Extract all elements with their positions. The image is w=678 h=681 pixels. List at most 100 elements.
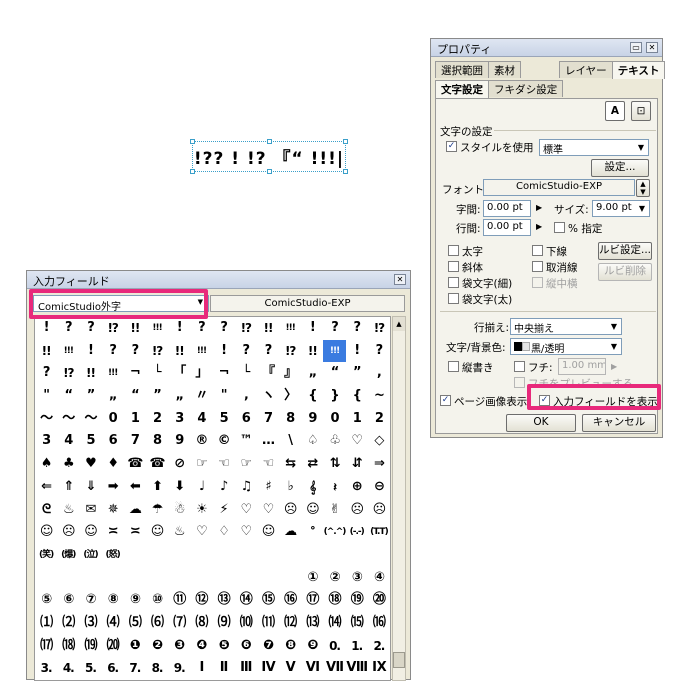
char-cell[interactable] xyxy=(57,567,79,590)
char-cell[interactable]: ❹ xyxy=(190,635,212,658)
char-cell[interactable]: ♡ xyxy=(346,430,368,453)
char-cell[interactable]: 𝄞 xyxy=(301,476,323,499)
char-cell[interactable]: ⑭ xyxy=(235,589,257,612)
char-cell[interactable]: ♡ xyxy=(190,521,212,544)
vertical-middle-checkbox[interactable] xyxy=(532,277,543,288)
char-cell[interactable]: 『 xyxy=(257,362,279,385)
char-cell[interactable]: ♤ xyxy=(301,430,323,453)
arrow-right-icon[interactable]: ▶ xyxy=(536,222,542,231)
char-cell[interactable]: ☺ xyxy=(79,521,101,544)
char-cell[interactable]: ? xyxy=(57,317,79,340)
char-cell[interactable]: 1. xyxy=(346,635,368,658)
char-cell[interactable]: 9 xyxy=(301,408,323,431)
char-cell[interactable] xyxy=(102,567,124,590)
char-cell[interactable]: ⑿ xyxy=(279,612,301,635)
char-cell[interactable]: 3 xyxy=(168,408,190,431)
char-cell[interactable]: ⒇ xyxy=(102,635,124,658)
char-cell[interactable]: ⑪ xyxy=(168,589,190,612)
char-cell[interactable]: ⒄ xyxy=(35,635,57,658)
char-cell[interactable]: └ xyxy=(146,362,168,385)
char-cell[interactable]: (T.T) xyxy=(368,521,390,544)
char-cell[interactable]: ” xyxy=(79,385,101,408)
char-cell[interactable]: ❸ xyxy=(168,635,190,658)
char-cell[interactable]: ⑥ xyxy=(57,589,79,612)
char-cell[interactable] xyxy=(301,544,323,567)
char-cell[interactable]: ⊘ xyxy=(168,453,190,476)
char-cell[interactable]: ⊕ xyxy=(346,476,368,499)
size-select[interactable]: 9.00 pt ▼ xyxy=(592,200,650,217)
char-cell[interactable]: ¬ xyxy=(124,362,146,385)
char-cell[interactable]: ⑮ xyxy=(257,589,279,612)
char-cell[interactable]: ⑸ xyxy=(124,612,146,635)
ruby-delete-button[interactable]: ルビ削除 xyxy=(598,263,652,281)
char-cell[interactable]: 2. xyxy=(368,635,390,658)
ok-button[interactable]: OK xyxy=(506,414,576,432)
char-cell[interactable] xyxy=(124,567,146,590)
char-cell[interactable]: ? xyxy=(368,340,390,363)
char-cell[interactable]: ⑨ xyxy=(124,589,146,612)
char-cell[interactable]: ⇆ xyxy=(279,453,301,476)
char-cell[interactable]: ⒀ xyxy=(301,612,323,635)
char-cell[interactable]: 5. xyxy=(79,657,101,680)
char-cell[interactable]: !? xyxy=(102,317,124,340)
char-cell[interactable]: Ⅶ xyxy=(323,657,345,680)
char-cell[interactable]: ☹ xyxy=(368,499,390,522)
italic-checkbox[interactable] xyxy=(448,261,459,272)
char-cell[interactable]: ⑯ xyxy=(279,589,301,612)
char-cell[interactable]: ☹ xyxy=(279,499,301,522)
char-cell[interactable]: ? xyxy=(346,317,368,340)
char-cell[interactable]: ❾ xyxy=(301,635,323,658)
char-cell[interactable]: !? xyxy=(146,340,168,363)
char-cell[interactable]: ③ xyxy=(346,567,368,590)
char-cell[interactable]: ☀ xyxy=(190,499,212,522)
char-cell[interactable]: ⒆ xyxy=(79,635,101,658)
style-select[interactable]: 標準 ▼ xyxy=(539,139,649,156)
char-cell[interactable]: ⬅ xyxy=(124,476,146,499)
char-cell[interactable] xyxy=(124,544,146,567)
char-cell[interactable]: ④ xyxy=(368,567,390,590)
char-cell[interactable]: !!! xyxy=(279,317,301,340)
char-cell[interactable]: © xyxy=(213,430,235,453)
char-cell[interactable]: ⑦ xyxy=(79,589,101,612)
edge-checkbox[interactable] xyxy=(514,361,525,372)
char-cell[interactable]: ? xyxy=(124,340,146,363)
char-cell[interactable]: 3 xyxy=(35,430,57,453)
char-cell[interactable]: ⑰ xyxy=(301,589,323,612)
char-cell[interactable]: 1 xyxy=(124,408,146,431)
char-cell[interactable]: ⑶ xyxy=(79,612,101,635)
char-cell[interactable]: “ xyxy=(57,385,79,408)
char-cell[interactable]: Ⅳ xyxy=(257,657,279,680)
char-cell[interactable] xyxy=(35,567,57,590)
char-cell[interactable]: ⬆ xyxy=(146,476,168,499)
char-cell[interactable]: !!! xyxy=(323,339,346,363)
char-cell[interactable]: !!! xyxy=(102,362,124,385)
char-cell[interactable]: ? xyxy=(257,340,279,363)
char-cell[interactable]: ” xyxy=(346,362,368,385)
char-cell[interactable]: Ⅰ xyxy=(190,657,212,680)
ruby-settings-button[interactable]: ルビ設定... xyxy=(598,242,652,260)
char-cell[interactable]: ✉ xyxy=(79,499,101,522)
char-cell[interactable]: ♡ xyxy=(235,499,257,522)
char-cell[interactable]: (泣) xyxy=(79,544,101,567)
char-cell[interactable]: ⑫ xyxy=(190,589,212,612)
char-cell[interactable]: ⑵ xyxy=(57,612,79,635)
char-cell[interactable]: ☜ xyxy=(257,453,279,476)
char-cell[interactable] xyxy=(146,544,168,567)
char-cell[interactable]: !? xyxy=(57,362,79,385)
char-cell[interactable]: ⑩ xyxy=(146,589,168,612)
minimize-button[interactable]: ▭ xyxy=(630,42,642,53)
char-cell[interactable]: 5 xyxy=(79,430,101,453)
char-cell[interactable]: ☂ xyxy=(146,499,168,522)
resize-handle[interactable] xyxy=(343,139,348,144)
tab-selection[interactable]: 選択範囲 xyxy=(435,61,489,78)
char-cell[interactable]: ♡ xyxy=(257,499,279,522)
char-cell[interactable]: ⑴ xyxy=(35,612,57,635)
char-cell[interactable]: 〜 xyxy=(35,408,57,431)
arrow-right-icon[interactable]: ▶ xyxy=(611,362,617,371)
text-tool-button[interactable]: A xyxy=(605,101,625,121)
char-cell[interactable]: ☺ xyxy=(301,499,323,522)
char-cell[interactable]: ⑺ xyxy=(168,612,190,635)
char-cell[interactable] xyxy=(190,544,212,567)
char-cell[interactable]: ⒅ xyxy=(57,635,79,658)
char-cell[interactable]: ♥ xyxy=(79,453,101,476)
